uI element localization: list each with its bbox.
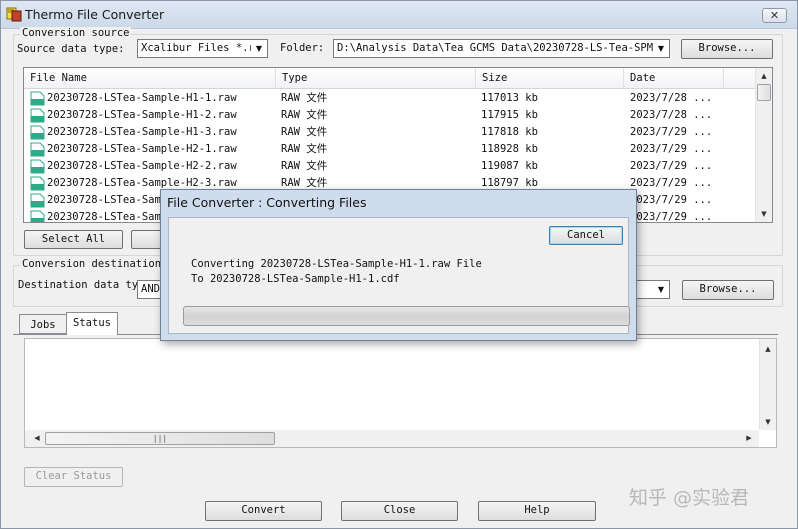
file-size: 119087 kb xyxy=(481,160,538,172)
file-date: 2023/7/28 ... xyxy=(630,109,713,121)
converting-dialog[interactable]: File Converter : Converting Files Cancel… xyxy=(160,189,637,341)
file-date: 2023/7/29 ... xyxy=(630,143,713,155)
chevron-down-icon[interactable]: ▼ xyxy=(653,40,669,57)
tab-status[interactable]: Status xyxy=(66,312,118,335)
scroll-up-icon[interactable]: ▲ xyxy=(760,341,776,357)
clear-status-button[interactable]: Clear Status xyxy=(24,467,123,487)
file-row[interactable]: 20230728-LSTea-Sample-H1-3.raw RAW 文件 11… xyxy=(24,124,757,141)
source-group-label: Conversion source xyxy=(20,27,132,39)
file-size: 117915 kb xyxy=(481,109,538,121)
file-list-header: File Name Type Size Date xyxy=(24,68,757,89)
file-size: 117818 kb xyxy=(481,126,538,138)
scroll-up-icon[interactable]: ▲ xyxy=(756,68,772,84)
raw-file-icon xyxy=(30,210,45,222)
file-row[interactable]: 20230728-LSTea-Sample-H1-1.raw RAW 文件 11… xyxy=(24,90,757,107)
convert-button[interactable]: Convert xyxy=(205,501,322,521)
cancel-button[interactable]: Cancel xyxy=(549,226,623,245)
scroll-left-icon[interactable]: ◀ xyxy=(29,430,45,446)
file-list-scrollbar[interactable]: ▲ ▼ xyxy=(755,68,772,222)
destination-browse-button[interactable]: Browse... xyxy=(682,280,774,300)
file-date: 2023/7/29 ... xyxy=(630,211,713,223)
select-all-button[interactable]: Select All xyxy=(24,230,123,249)
file-type: RAW 文件 xyxy=(281,160,328,172)
folder-value: D:\Analysis Data\Tea GCMS Data\20230728-… xyxy=(337,42,660,54)
column-header-size[interactable]: Size xyxy=(476,68,624,89)
target-line: To 20230728-LSTea-Sample-H1-1.cdf xyxy=(191,273,400,285)
destination-group-label: Conversion destination xyxy=(20,258,164,270)
file-type: RAW 文件 xyxy=(281,143,328,155)
column-header-type[interactable]: Type xyxy=(276,68,476,89)
raw-file-icon xyxy=(30,108,45,123)
source-browse-button[interactable]: Browse... xyxy=(681,39,773,59)
status-hscroll-thumb[interactable]: ||| xyxy=(45,432,275,445)
app-icon xyxy=(6,7,22,22)
file-date: 2023/7/29 ... xyxy=(630,194,713,206)
file-name: 20230728-LSTea-Samp xyxy=(47,194,168,206)
folder-label: Folder: xyxy=(280,42,325,54)
file-row[interactable]: 20230728-LSTea-Sample-H2-2.raw RAW 文件 11… xyxy=(24,158,757,175)
file-size: 117013 kb xyxy=(481,92,538,104)
raw-file-icon xyxy=(30,142,45,157)
file-type: RAW 文件 xyxy=(281,92,328,104)
converting-line: Converting 20230728-LSTea-Sample-H1-1.ra… xyxy=(191,258,482,270)
file-name: 20230728-LSTea-Samp xyxy=(47,211,168,223)
title-bar[interactable]: Thermo File Converter ✕ xyxy=(1,1,797,29)
file-date: 2023/7/29 ... xyxy=(630,177,713,189)
watermark: 知乎 @实验君 xyxy=(629,487,750,509)
status-log[interactable]: ▲ ▼ ◀ ||| ▶ xyxy=(24,338,777,448)
tab-jobs[interactable]: Jobs xyxy=(19,314,67,334)
file-name: 20230728-LSTea-Sample-H2-2.raw xyxy=(47,160,237,172)
scroll-down-icon[interactable]: ▼ xyxy=(756,206,772,222)
file-date: 2023/7/28 ... xyxy=(630,92,713,104)
source-type-label: Source data type: xyxy=(17,43,125,55)
source-type-select[interactable]: Xcalibur Files *.r ▼ xyxy=(137,39,268,58)
help-button[interactable]: Help xyxy=(478,501,596,521)
conversion-progress-bar xyxy=(183,306,630,326)
dialog-title: File Converter : Converting Files xyxy=(167,195,367,210)
source-type-value: Xcalibur Files *.r xyxy=(141,42,255,54)
file-name: 20230728-LSTea-Sample-H2-1.raw xyxy=(47,143,237,155)
file-name: 20230728-LSTea-Sample-H1-1.raw xyxy=(47,92,237,104)
dialog-body: Cancel Converting 20230728-LSTea-Sample-… xyxy=(168,217,630,334)
file-name: 20230728-LSTea-Sample-H1-3.raw xyxy=(47,126,237,138)
raw-file-icon xyxy=(30,125,45,140)
raw-file-icon xyxy=(30,159,45,174)
scroll-grip: ||| xyxy=(152,434,168,443)
chevron-down-icon[interactable]: ▼ xyxy=(653,281,669,298)
file-size: 118928 kb xyxy=(481,143,538,155)
close-window-button[interactable]: ✕ xyxy=(762,8,787,23)
file-date: 2023/7/29 ... xyxy=(630,126,713,138)
status-hscrollbar[interactable]: ◀ ||| ▶ xyxy=(25,430,759,447)
file-row[interactable]: 20230728-LSTea-Sample-H2-1.raw RAW 文件 11… xyxy=(24,141,757,158)
column-header-date[interactable]: Date xyxy=(624,68,724,89)
raw-file-icon xyxy=(30,91,45,106)
file-name: 20230728-LSTea-Sample-H1-2.raw xyxy=(47,109,237,121)
file-type: RAW 文件 xyxy=(281,126,328,138)
column-header-file-name[interactable]: File Name xyxy=(24,68,276,89)
status-vscrollbar[interactable]: ▲ ▼ xyxy=(759,339,776,430)
destination-type-label: Destination data typ xyxy=(18,279,145,291)
raw-file-icon xyxy=(30,193,45,208)
folder-select[interactable]: D:\Analysis Data\Tea GCMS Data\20230728-… xyxy=(333,39,670,58)
chevron-down-icon[interactable]: ▼ xyxy=(251,40,267,57)
file-date: 2023/7/29 ... xyxy=(630,160,713,172)
file-row[interactable]: 20230728-LSTea-Sample-H1-2.raw RAW 文件 11… xyxy=(24,107,757,124)
scroll-down-icon[interactable]: ▼ xyxy=(760,414,776,430)
raw-file-icon xyxy=(30,176,45,191)
window-title: Thermo File Converter xyxy=(25,7,165,22)
file-list-scroll-thumb[interactable] xyxy=(757,84,771,101)
close-button[interactable]: Close xyxy=(341,501,458,521)
scroll-right-icon[interactable]: ▶ xyxy=(741,430,757,446)
file-type: RAW 文件 xyxy=(281,109,328,121)
